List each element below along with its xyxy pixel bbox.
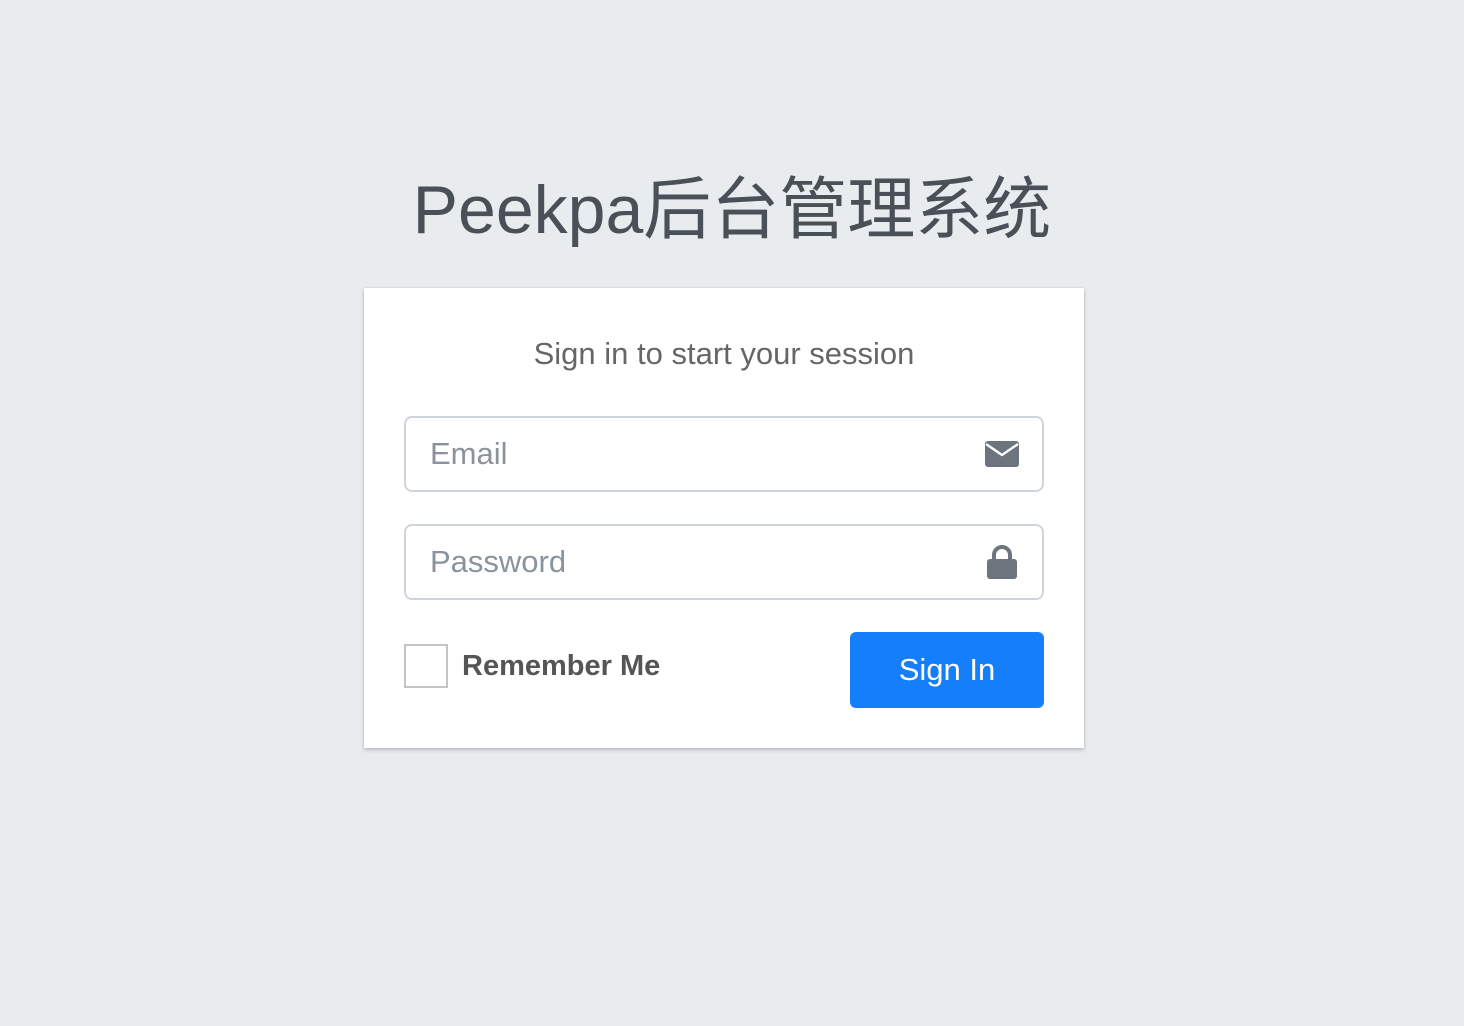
password-field[interactable] [406,526,966,598]
sign-in-button[interactable]: Sign In [850,632,1044,708]
remember-me-label: Remember Me [462,649,661,682]
login-box-message: Sign in to start your session [533,336,915,371]
login-page: Peekpa后台管理系统 Sign in to start your sessi… [0,0,1464,1026]
remember-me-checkbox[interactable] [404,644,448,688]
envelope-icon [984,436,1020,472]
app-logo-title: Peekpa后台管理系统 [412,172,1052,248]
remember-me[interactable]: Remember Me [404,644,660,688]
login-card: Sign in to start your session Remembe [364,288,1084,748]
email-field[interactable] [406,418,966,490]
lock-icon [984,544,1020,580]
password-input-group [404,524,1044,600]
email-input-group [404,416,1044,492]
